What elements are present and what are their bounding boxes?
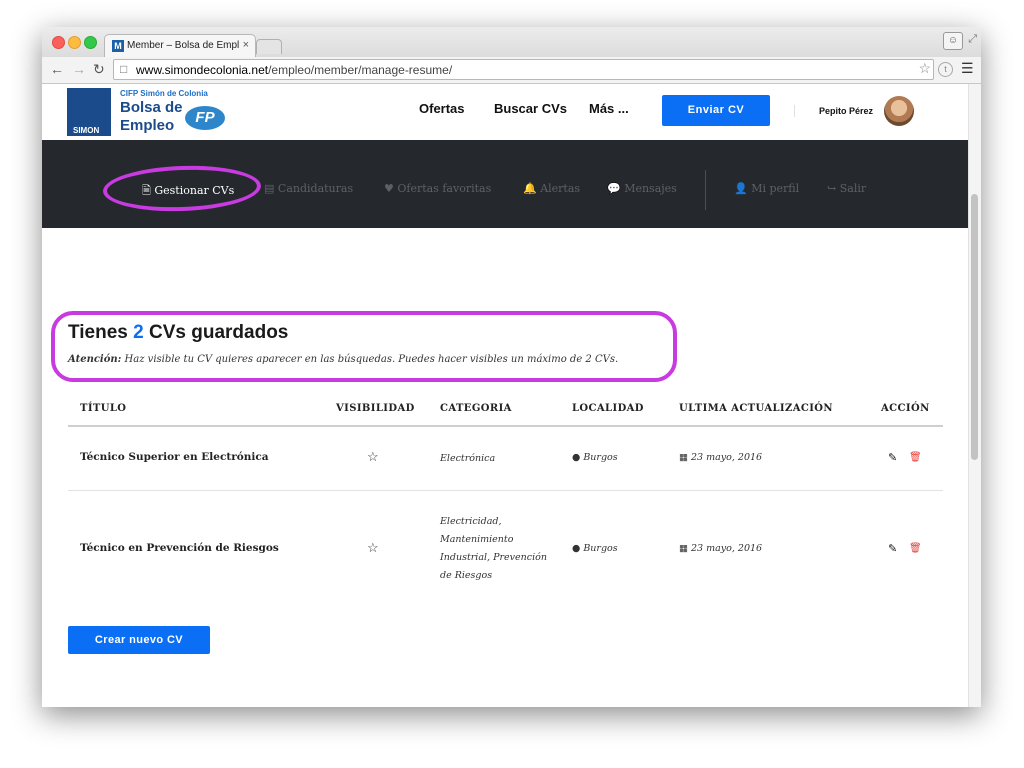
column-header-visibilidad: VISIBILIDAD bbox=[336, 403, 415, 414]
visibility-star-icon[interactable]: ☆ bbox=[367, 449, 379, 465]
tab-title: Member – Bolsa de Empleo bbox=[127, 40, 239, 51]
member-nav-alertas[interactable]: 🔔 Alertas bbox=[523, 182, 580, 195]
column-header-categoria: CATEGORIA bbox=[440, 403, 512, 414]
extension-icon[interactable]: t bbox=[938, 62, 953, 77]
close-window-button[interactable] bbox=[52, 36, 65, 49]
logo-school-name: CIFP Simón de Colonia bbox=[120, 89, 208, 98]
member-nav-label: Mensajes bbox=[624, 182, 677, 195]
browser-window: M Member – Bolsa de Empleo × ☺ ⤢ ← → ↻ □… bbox=[42, 27, 981, 707]
zoom-window-button[interactable] bbox=[84, 36, 97, 49]
tab-close-icon[interactable]: × bbox=[243, 39, 249, 51]
user-icon: 👤 bbox=[734, 182, 748, 195]
new-tab-button[interactable] bbox=[256, 39, 282, 54]
forward-arrow-icon[interactable]: → bbox=[72, 61, 86, 77]
column-header-accion: ACCIÓN bbox=[881, 403, 930, 414]
map-marker-icon: ● bbox=[572, 543, 581, 554]
tab-strip: M Member – Bolsa de Empleo × ☺ ⤢ bbox=[42, 27, 981, 58]
column-header-localidad: LOCALIDAD bbox=[572, 403, 644, 414]
logo-title-line2: Empleo bbox=[120, 117, 175, 134]
cv-location: ● Burgos bbox=[572, 543, 618, 554]
url-domain: www.simondecolonia.net bbox=[136, 63, 269, 77]
bell-icon: 🔔 bbox=[523, 182, 537, 195]
cv-location-text: Burgos bbox=[583, 452, 618, 463]
column-header-titulo: TÍTULO bbox=[80, 403, 127, 414]
create-cv-button[interactable]: Crear nuevo CV bbox=[68, 626, 210, 654]
member-nav-label: Candidaturas bbox=[277, 182, 354, 195]
calendar-icon: ▦ bbox=[679, 452, 688, 463]
member-nav-candidaturas[interactable]: ▤ Candidaturas bbox=[264, 182, 353, 195]
logo-fp-badge: FP bbox=[185, 106, 225, 130]
member-nav-label: Salir bbox=[839, 182, 867, 195]
page-scrollbar[interactable] bbox=[968, 84, 981, 707]
user-name[interactable]: Pepito Pérez bbox=[819, 106, 873, 116]
delete-trash-icon[interactable]: 🗑 bbox=[909, 452, 922, 463]
delete-trash-icon[interactable]: 🗑 bbox=[909, 543, 922, 554]
logo-side-text: SIMON bbox=[73, 126, 100, 135]
member-nav-label: Ofertas favoritas bbox=[397, 182, 492, 195]
browser-tab[interactable]: M Member – Bolsa de Empleo × bbox=[104, 34, 256, 58]
browser-toolbar: ← → ↻ □ www.simondecolonia.net/empleo/me… bbox=[42, 57, 981, 84]
calendar-icon: ▦ bbox=[679, 543, 688, 554]
edit-pencil-icon[interactable]: ✎ bbox=[888, 451, 897, 464]
menu-icon[interactable]: ☰ bbox=[961, 60, 974, 77]
enviar-cv-button[interactable]: Enviar CV bbox=[662, 95, 770, 126]
cv-updated-text: 23 mayo, 2016 bbox=[691, 452, 763, 463]
column-header-actualizacion: ULTIMA ACTUALIZACIÓN bbox=[679, 403, 833, 414]
member-nav-divider bbox=[705, 170, 706, 210]
member-nav-salir[interactable]: ↪ Salir bbox=[827, 182, 866, 195]
page-icon: □ bbox=[120, 62, 128, 76]
cv-updated: ▦ 23 mayo, 2016 bbox=[679, 452, 762, 463]
url-path: /empleo/member/manage-resume/ bbox=[268, 63, 453, 77]
site-favicon-icon: M bbox=[112, 40, 124, 52]
map-marker-icon: ● bbox=[572, 452, 581, 463]
header-divider bbox=[794, 105, 795, 117]
reload-icon[interactable]: ↻ bbox=[93, 61, 105, 78]
site-header: SIMON CIFP Simón de Colonia Bolsa de Emp… bbox=[42, 84, 969, 140]
cv-location-text: Burgos bbox=[583, 543, 618, 554]
member-nav-mi-perfil[interactable]: 👤 Mi perfil bbox=[734, 182, 799, 195]
nav-buscar-cvs[interactable]: Buscar CVs bbox=[494, 101, 567, 116]
cv-location: ● Burgos bbox=[572, 452, 618, 463]
list-icon: ▤ bbox=[264, 182, 275, 195]
logo-title-line1: Bolsa de bbox=[120, 99, 183, 116]
cv-category: Electricidad, Mantenimiento Industrial, … bbox=[440, 516, 547, 581]
nav-ofertas[interactable]: Ofertas bbox=[419, 101, 465, 116]
address-bar[interactable]: □ www.simondecolonia.net/empleo/member/m… bbox=[113, 59, 934, 80]
member-nav-ofertas-favoritas[interactable]: ♥ Ofertas favoritas bbox=[384, 182, 491, 195]
table-row-divider bbox=[68, 490, 943, 491]
member-nav-label: Alertas bbox=[540, 182, 581, 195]
back-arrow-icon[interactable]: ← bbox=[50, 61, 64, 77]
logo-image: SIMON bbox=[67, 88, 111, 136]
member-nav-bar: 🗎 Gestionar CVs ▤ Candidaturas ♥ Ofertas… bbox=[42, 140, 969, 228]
member-nav-mensajes[interactable]: 💬 Mensajes bbox=[607, 182, 677, 195]
minimize-window-button[interactable] bbox=[68, 36, 81, 49]
heart-icon: ♥ bbox=[384, 182, 394, 195]
nav-mas[interactable]: Más ... bbox=[589, 101, 629, 116]
cv-category: Electrónica bbox=[440, 453, 496, 464]
annotation-ellipse bbox=[102, 163, 262, 214]
cv-updated: ▦ 23 mayo, 2016 bbox=[679, 543, 762, 554]
scrollbar-thumb[interactable] bbox=[971, 194, 978, 460]
visibility-star-icon[interactable]: ☆ bbox=[367, 540, 379, 556]
fullscreen-icon[interactable]: ⤢ bbox=[968, 33, 977, 46]
cv-updated-text: 23 mayo, 2016 bbox=[691, 543, 763, 554]
page-viewport: SIMON CIFP Simón de Colonia Bolsa de Emp… bbox=[42, 84, 981, 707]
table-header-divider bbox=[68, 425, 943, 427]
bookmark-star-icon[interactable]: ☆ bbox=[918, 60, 931, 77]
comments-icon: 💬 bbox=[607, 182, 621, 195]
sign-out-icon: ↪ bbox=[827, 182, 837, 195]
cv-title[interactable]: Técnico en Prevención de Riesgos bbox=[80, 542, 279, 554]
member-nav-label: Mi perfil bbox=[751, 182, 800, 195]
site-logo[interactable]: SIMON CIFP Simón de Colonia Bolsa de Emp… bbox=[67, 88, 227, 136]
edit-pencil-icon[interactable]: ✎ bbox=[888, 542, 897, 555]
cv-title[interactable]: Técnico Superior en Electrónica bbox=[80, 451, 269, 463]
annotation-box bbox=[51, 311, 677, 382]
avatar[interactable] bbox=[884, 96, 914, 126]
profile-icon[interactable]: ☺ bbox=[943, 32, 963, 50]
url-text: www.simondecolonia.net/empleo/member/man… bbox=[136, 63, 452, 77]
